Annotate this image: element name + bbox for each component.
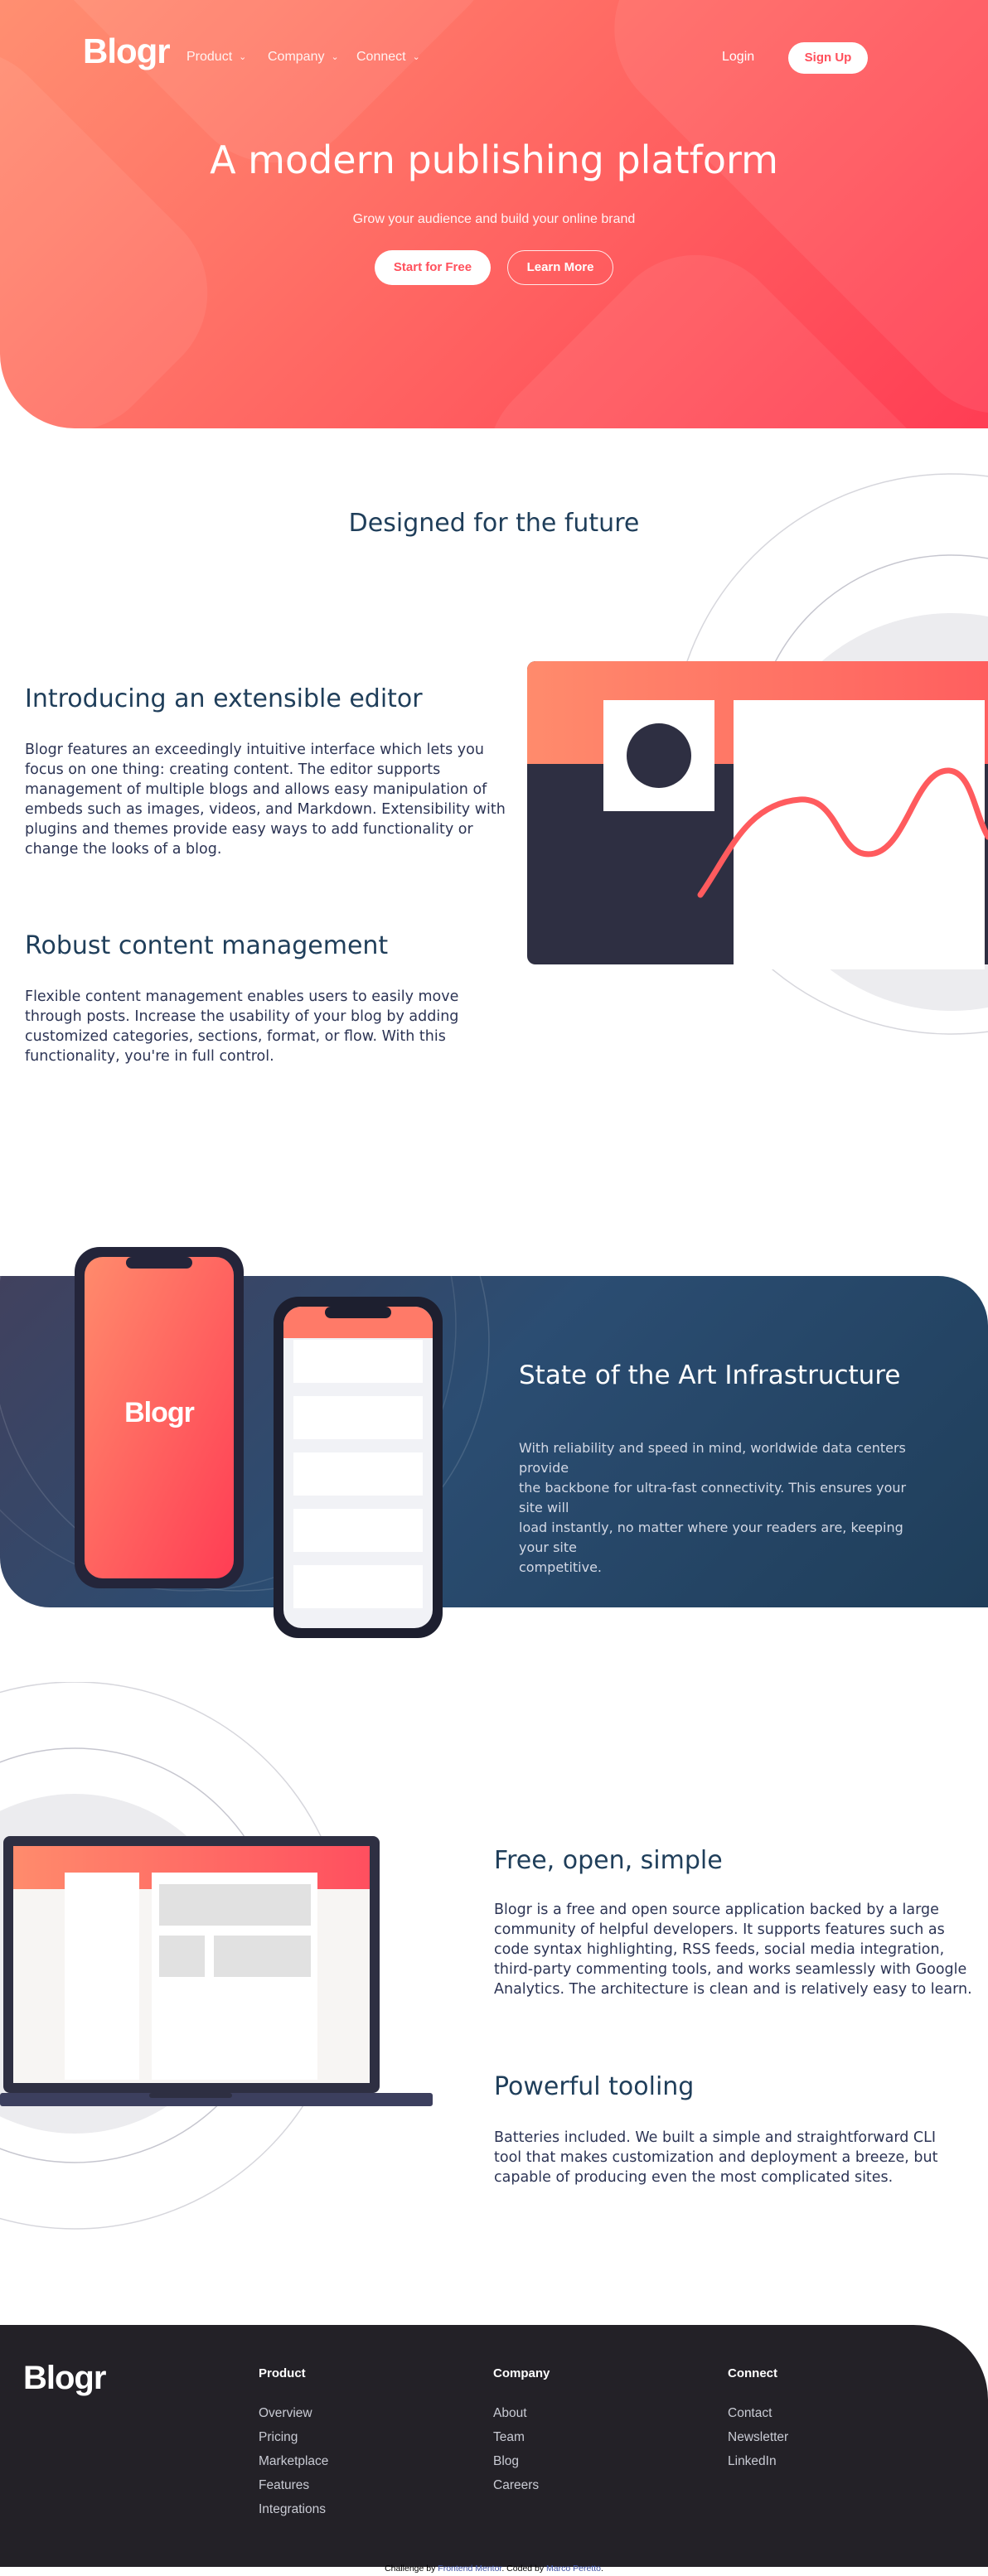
- attribution: Challenge by Frontend Mentor. Coded by M…: [0, 2564, 988, 2574]
- laptop-block: [214, 1936, 311, 1977]
- footer-link[interactable]: Features: [259, 2478, 309, 2493]
- phones-illustration: [75, 1247, 443, 1638]
- author-link[interactable]: Marco Peretto: [546, 2564, 601, 2574]
- text-line: With reliability and speed in mind, worl…: [519, 1440, 906, 1476]
- text-line: through posts. Increase the usability of…: [25, 1008, 459, 1025]
- footer-heading-company: Company: [493, 2366, 550, 2380]
- site-footer: [0, 2325, 988, 2567]
- text-line: load instantly, no matter where your rea…: [519, 1520, 903, 1555]
- phone-list-card: [293, 1452, 423, 1496]
- text-line: change the looks of a blog.: [25, 841, 222, 858]
- phone-list-card: [293, 1509, 423, 1552]
- hero-subtitle: Grow your audience and build your online…: [352, 212, 636, 226]
- text-line: plugins and themes provide easy ways to …: [25, 821, 473, 838]
- phone-notch: [126, 1257, 192, 1269]
- editor-chart-card: [734, 700, 985, 969]
- nav-item-product[interactable]: Product ⌄: [186, 50, 246, 65]
- phone-logo: Blogr: [124, 1397, 195, 1428]
- editor-illustration: [527, 473, 988, 1035]
- signup-button[interactable]: Sign Up: [788, 42, 868, 74]
- phone-list-card: [293, 1396, 423, 1439]
- frontend-mentor-link[interactable]: Frontend Mentor: [438, 2564, 501, 2574]
- footer-heading-product: Product: [259, 2366, 306, 2380]
- text-line: Analytics. The architecture is clean and…: [494, 1981, 972, 1998]
- attribution-text: Challenge by: [385, 2564, 438, 2574]
- feature-title: Introducing an extensible editor: [25, 684, 423, 713]
- text-line: code syntax highlighting, RSS feeds, soc…: [494, 1941, 945, 1958]
- attribution-text: .: [601, 2564, 603, 2574]
- footer-link[interactable]: Pricing: [259, 2430, 298, 2445]
- laptop-block: [159, 1884, 311, 1926]
- feature-text: Blogr features an exceedingly intuitive …: [25, 740, 506, 859]
- footer-link[interactable]: LinkedIn: [728, 2454, 777, 2469]
- text-line: embeds such as images, videos, and Markd…: [25, 801, 506, 818]
- laptop-block: [159, 1936, 205, 1977]
- footer-link[interactable]: Integrations: [259, 2502, 326, 2517]
- nav-item-connect[interactable]: Connect ⌄: [356, 50, 420, 65]
- attribution-text: . Coded by: [501, 2564, 547, 2574]
- chevron-down-icon: ⌄: [412, 52, 420, 63]
- footer-link[interactable]: Newsletter: [728, 2430, 788, 2445]
- phone-notch: [325, 1307, 391, 1318]
- laptop-sidebar-card: [65, 1873, 139, 2080]
- phone-list-card: [293, 1340, 423, 1383]
- section-heading: Designed for the future: [348, 509, 640, 538]
- footer-logo[interactable]: Blogr: [23, 2360, 106, 2397]
- nav-item-label: Product: [186, 50, 233, 64]
- text-line: customized categories, sections, format,…: [25, 1028, 446, 1045]
- text-line: Blogr is a free and open source applicat…: [494, 1902, 939, 1918]
- nav-item-label: Company: [268, 50, 325, 64]
- footer-link[interactable]: Blog: [493, 2454, 519, 2469]
- phone-list-card: [293, 1565, 423, 1608]
- footer-link[interactable]: Marketplace: [259, 2454, 328, 2469]
- text-line: Flexible content management enables user…: [25, 988, 459, 1005]
- nav-item-label: Connect: [356, 50, 406, 64]
- footer-heading-connect: Connect: [728, 2366, 777, 2380]
- footer-link[interactable]: Contact: [728, 2406, 772, 2421]
- infrastructure-text: With reliability and speed in mind, worl…: [519, 1438, 933, 1578]
- feature-text: Blogr is a free and open source applicat…: [494, 1900, 983, 1999]
- text-line: Batteries included. We built a simple an…: [494, 2129, 937, 2146]
- chevron-down-icon: ⌄: [239, 52, 247, 63]
- start-free-button[interactable]: Start for Free: [375, 250, 491, 285]
- feature-title: Powerful tooling: [494, 2072, 695, 2101]
- footer-link[interactable]: Careers: [493, 2478, 539, 2493]
- brand-logo[interactable]: Blogr: [83, 31, 171, 71]
- text-line: capable of producing even the most compl…: [494, 2169, 894, 2186]
- text-line: the backbone for ultra-fast connectivity…: [519, 1480, 907, 1515]
- editor-image-circle: [627, 723, 691, 788]
- chevron-down-icon: ⌄: [331, 52, 339, 63]
- feature-text: Flexible content management enables user…: [25, 987, 506, 1066]
- hero-title: A modern publishing platform: [210, 138, 778, 182]
- feature-text: Batteries included. We built a simple an…: [494, 2128, 983, 2187]
- footer-link[interactable]: About: [493, 2406, 527, 2421]
- laptop-illustration: [0, 1682, 433, 2230]
- text-line: community of helpful developers. It supp…: [494, 1921, 945, 1938]
- login-link[interactable]: Login: [722, 50, 754, 65]
- text-line: tool that makes customization and deploy…: [494, 2149, 938, 2166]
- text-line: management of multiple blogs and allows …: [25, 781, 487, 798]
- learn-more-button[interactable]: Learn More: [507, 250, 613, 285]
- infrastructure-title: State of the Art Infrastructure: [519, 1360, 901, 1390]
- text-line: third-party commenting tools, and works …: [494, 1961, 967, 1978]
- footer-link[interactable]: Team: [493, 2430, 525, 2445]
- text-line: functionality, you're in full control.: [25, 1048, 274, 1065]
- feature-title: Free, open, simple: [494, 1846, 723, 1875]
- laptop-notch: [149, 2093, 232, 2098]
- text-line: competitive.: [519, 1559, 603, 1575]
- text-line: focus on one thing: creating content. Th…: [25, 761, 441, 778]
- nav-item-company[interactable]: Company ⌄: [268, 50, 339, 65]
- feature-title: Robust content management: [25, 931, 389, 960]
- footer-link[interactable]: Overview: [259, 2406, 312, 2421]
- text-line: Blogr features an exceedingly intuitive …: [25, 742, 484, 758]
